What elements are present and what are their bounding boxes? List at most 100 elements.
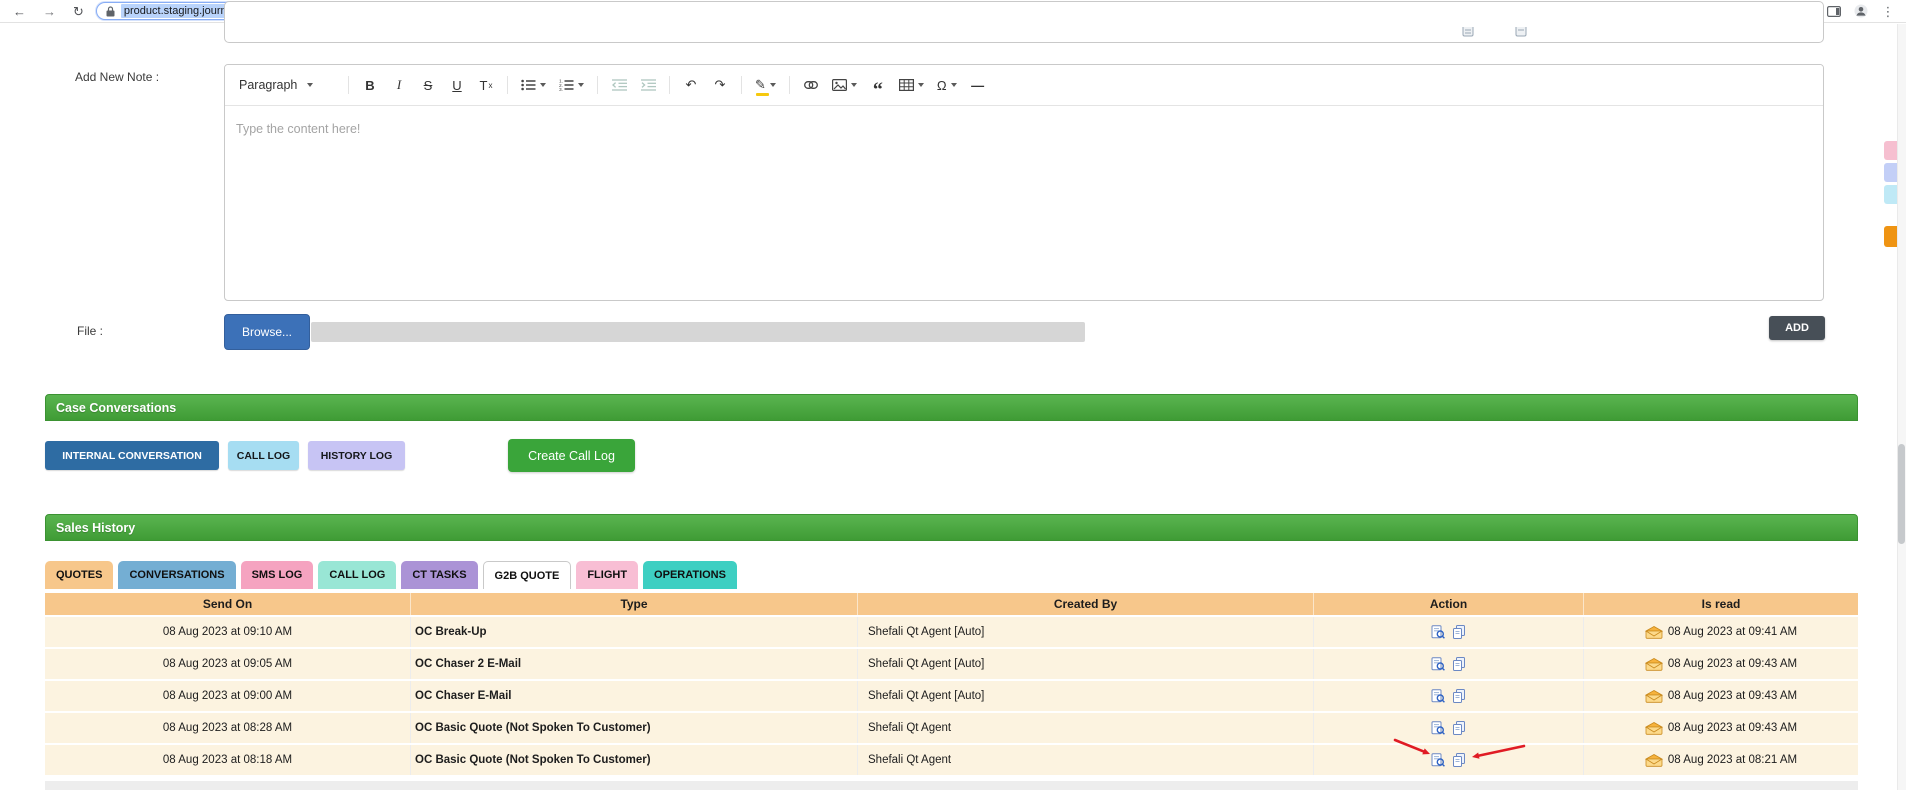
- tab-ct-tasks[interactable]: CT TASKS: [401, 561, 478, 589]
- link-button[interactable]: [803, 72, 819, 98]
- tab-g2b-quote[interactable]: G2B QUOTE: [482, 561, 572, 589]
- sales-history-table: Send On Type Created By Action Is read 0…: [45, 593, 1858, 777]
- italic-button[interactable]: I: [391, 72, 407, 98]
- toolbar-divider: [788, 76, 790, 94]
- cell-created-by: Shefali Qt Agent: [857, 713, 1313, 743]
- tab-conversations[interactable]: CONVERSATIONS: [118, 561, 236, 589]
- chevron-down-icon: [307, 83, 314, 87]
- sales-history-title: Sales History: [56, 520, 136, 535]
- block-quote-button[interactable]: “: [870, 72, 886, 100]
- insert-image-button[interactable]: [831, 72, 857, 98]
- reload-icon[interactable]: ↻: [73, 5, 84, 18]
- browse-button[interactable]: Browse...: [224, 314, 310, 350]
- cell-send-on: 08 Aug 2023 at 09:10 AM: [162, 626, 293, 638]
- bulleted-list-button[interactable]: [521, 72, 546, 98]
- tab-quotes[interactable]: QUOTES: [45, 561, 114, 589]
- partial-icon: [1462, 22, 1475, 43]
- preview-action-icon[interactable]: [1431, 625, 1445, 639]
- link-icon: [803, 81, 818, 89]
- preview-action-icon[interactable]: [1431, 689, 1445, 703]
- tab-call-log[interactable]: CALL LOG: [318, 561, 397, 589]
- table-row: 08 Aug 2023 at 09:10 AM OC Break-Up Shef…: [45, 617, 1858, 649]
- read-envelope-icon: [1644, 625, 1663, 639]
- cell-send-on: 08 Aug 2023 at 09:05 AM: [162, 658, 293, 670]
- omega-icon: Ω: [936, 77, 947, 93]
- cell-created-by: Shefali Qt Agent [Auto]: [857, 681, 1313, 711]
- side-chip-cyan[interactable]: [1884, 185, 1898, 204]
- is-read-date: 08 Aug 2023 at 09:41 AM: [1667, 626, 1798, 638]
- increase-indent-button[interactable]: [640, 72, 656, 98]
- cell-type: OC Basic Quote (Not Spoken To Customer): [410, 713, 857, 743]
- bold-button[interactable]: B: [362, 72, 378, 98]
- cell-action: [1313, 649, 1583, 679]
- insert-table-button[interactable]: [898, 72, 924, 98]
- cell-is-read: 08 Aug 2023 at 09:43 AM: [1583, 681, 1858, 711]
- sales-history-tabs: QUOTES CONVERSATIONS SMS LOG CALL LOG CT…: [45, 561, 737, 589]
- horizontal-line-button[interactable]: —: [970, 72, 986, 98]
- tab-operations[interactable]: OPERATIONS: [643, 561, 737, 589]
- cell-send-on: 08 Aug 2023 at 08:28 AM: [162, 722, 293, 734]
- toolbar-divider: [597, 76, 598, 94]
- profile-avatar[interactable]: [1853, 3, 1869, 19]
- cell-type: OC Chaser 2 E-Mail: [410, 649, 857, 679]
- table-row: 08 Aug 2023 at 08:28 AM OC Basic Quote (…: [45, 713, 1858, 745]
- previous-section-partial: [224, 1, 1824, 43]
- add-note-button[interactable]: ADD: [1769, 316, 1825, 340]
- scrollbar-thumb[interactable]: [1898, 444, 1905, 544]
- browser-menu-icon[interactable]: ⋮: [1880, 3, 1896, 19]
- remove-format-sub: x: [488, 80, 493, 90]
- remove-format-glyph: T: [479, 77, 488, 93]
- decrease-indent-icon: [611, 79, 627, 91]
- history-log-button[interactable]: HISTORY LOG: [308, 441, 405, 470]
- cell-is-read: 08 Aug 2023 at 09:43 AM: [1583, 649, 1858, 679]
- cell-action: [1313, 617, 1583, 647]
- highlight-button[interactable]: ✎: [755, 72, 776, 98]
- remove-format-button[interactable]: Tx: [478, 72, 494, 98]
- scrollbar-track[interactable]: [1897, 24, 1906, 790]
- side-panel-icon[interactable]: [1826, 3, 1842, 19]
- add-new-note-label: Add New Note :: [75, 70, 160, 84]
- document-action-icon[interactable]: [1453, 689, 1466, 703]
- create-call-log-button[interactable]: Create Call Log: [508, 439, 635, 472]
- note-editor-body[interactable]: Type the content here!: [225, 106, 1823, 152]
- strikethrough-button[interactable]: S: [420, 72, 436, 98]
- case-conversations-title: Case Conversations: [56, 400, 177, 415]
- toolbar-divider: [741, 76, 742, 94]
- document-action-icon[interactable]: [1453, 625, 1466, 639]
- underline-button[interactable]: U: [449, 72, 465, 98]
- cell-created-by: Shefali Qt Agent [Auto]: [857, 617, 1313, 647]
- table-row: 08 Aug 2023 at 09:00 AM OC Chaser E-Mail…: [45, 681, 1858, 713]
- undo-button[interactable]: ↶: [683, 72, 699, 98]
- browser-nav-buttons: ← → ↻: [0, 5, 96, 18]
- side-chip-orange[interactable]: [1884, 226, 1898, 247]
- chevron-down-icon: [850, 83, 857, 87]
- table-row: 08 Aug 2023 at 09:05 AM OC Chaser 2 E-Ma…: [45, 649, 1858, 681]
- image-icon: [831, 79, 847, 91]
- decrease-indent-button[interactable]: [611, 72, 627, 98]
- back-icon[interactable]: ←: [13, 5, 26, 18]
- chevron-down-icon: [578, 83, 584, 87]
- internal-conversation-button[interactable]: INTERNAL CONVERSATION: [45, 441, 219, 470]
- is-read-date: 08 Aug 2023 at 09:43 AM: [1667, 722, 1798, 734]
- table-header-row: Send On Type Created By Action Is read: [45, 593, 1858, 615]
- redo-button[interactable]: ↷: [712, 72, 728, 98]
- forward-icon[interactable]: →: [43, 5, 56, 18]
- preview-action-icon[interactable]: [1431, 657, 1445, 671]
- is-read-date: 08 Aug 2023 at 09:43 AM: [1667, 690, 1798, 702]
- read-envelope-icon: [1644, 721, 1663, 735]
- side-chip-blue[interactable]: [1884, 163, 1898, 182]
- tab-sms-log[interactable]: SMS LOG: [240, 561, 314, 589]
- call-log-button[interactable]: CALL LOG: [228, 441, 299, 470]
- special-character-button[interactable]: Ω: [937, 72, 957, 98]
- numbered-list-button[interactable]: 1. 2. 3.: [559, 72, 584, 98]
- paragraph-dropdown[interactable]: Paragraph: [239, 78, 335, 92]
- toolbar-divider: [507, 76, 508, 94]
- table-footer-partial: [45, 781, 1858, 790]
- side-chip-pink[interactable]: [1884, 141, 1898, 160]
- document-action-icon[interactable]: [1453, 657, 1466, 671]
- cell-created-by: Shefali Qt Agent: [857, 745, 1313, 775]
- case-conversations-header: Case Conversations: [45, 394, 1858, 421]
- file-input-track[interactable]: [311, 322, 1085, 342]
- tab-flight[interactable]: FLIGHT: [576, 561, 639, 589]
- cell-is-read: 08 Aug 2023 at 09:43 AM: [1583, 713, 1858, 743]
